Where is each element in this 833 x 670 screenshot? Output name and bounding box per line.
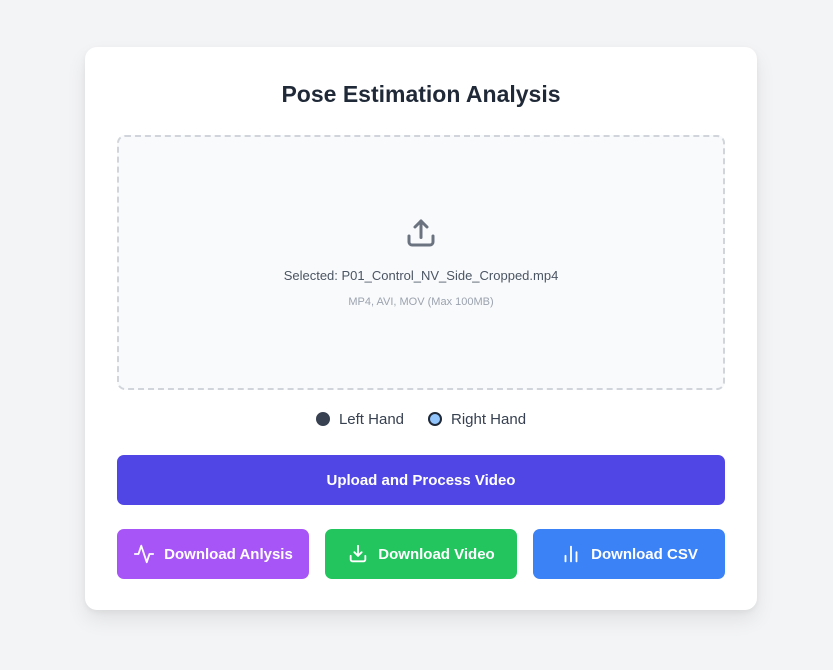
bar-chart-icon (564, 545, 578, 563)
right-hand-option[interactable]: Right Hand (428, 411, 526, 428)
activity-icon (134, 544, 155, 564)
supported-formats-text: MP4, AVI, MOV (Max 100MB) (348, 296, 494, 308)
main-card: Pose Estimation Analysis Selected: P01_C… (85, 47, 757, 610)
left-hand-label: Left Hand (338, 410, 404, 428)
download-icon (350, 544, 367, 563)
download-video-label: Download Video (378, 545, 495, 563)
right-hand-label: Right Hand (451, 410, 527, 428)
left-hand-radio[interactable] (315, 412, 330, 426)
hand-radio-group: Left Hand Right Hand (85, 409, 757, 429)
file-dropzone[interactable]: Selected: P01_Control_NV_Side_Cropped.mp… (117, 135, 725, 390)
download-csv-label: Download CSV (591, 545, 698, 563)
upload-process-button[interactable]: Upload and Process Video (117, 455, 725, 505)
download-analysis-label: Download Anlysis (164, 545, 293, 563)
download-csv-button[interactable]: Download CSV (533, 529, 725, 579)
upload-icon (407, 219, 435, 247)
left-hand-option[interactable]: Left Hand (315, 410, 404, 428)
download-video-button[interactable]: Download Video (325, 529, 517, 579)
page-title: Pose Estimation Analysis (281, 81, 561, 107)
right-hand-radio[interactable] (428, 412, 442, 426)
download-analysis-button[interactable]: Download Anlysis (117, 529, 309, 579)
selected-file-text: Selected: P01_Control_NV_Side_Cropped.mp… (283, 268, 559, 283)
